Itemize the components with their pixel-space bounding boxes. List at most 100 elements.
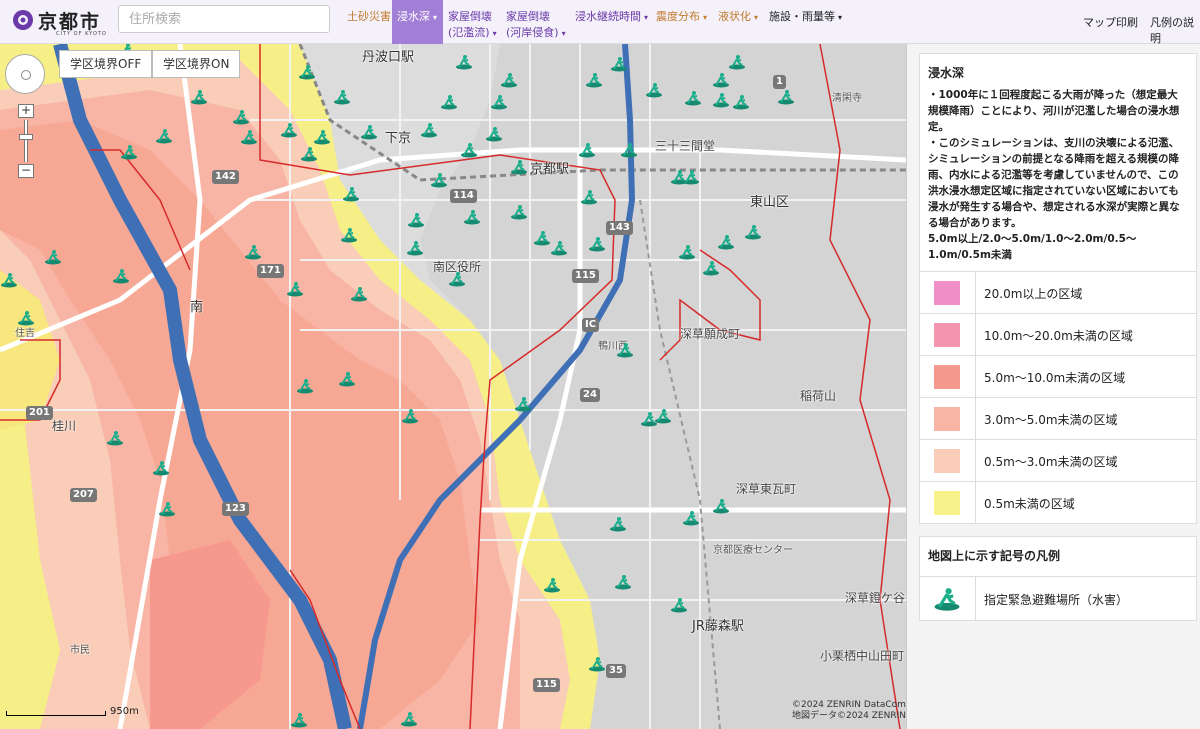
evacuation-shelter-icon[interactable]: [684, 90, 702, 106]
scale-bar: 950m: [6, 705, 139, 717]
kyoto-emblem-icon: [13, 10, 33, 30]
menu-facilities-rainfall[interactable]: 施設・雨量等 ▾: [769, 0, 842, 44]
evacuation-shelter-icon[interactable]: [280, 122, 298, 138]
evacuation-shelter-icon[interactable]: [777, 89, 795, 105]
evacuation-shelter-icon[interactable]: [514, 396, 532, 412]
evacuation-shelter-icon[interactable]: [120, 144, 138, 160]
evacuation-shelter-icon[interactable]: [406, 240, 424, 256]
hazard-map[interactable]: 丹波口駅 下京 京都駅 三十三間堂 東山区 南区役所 南 鴨川西 深草願成町 稲…: [0, 44, 906, 729]
evacuation-shelter-icon[interactable]: [744, 224, 762, 240]
evacuation-shelter-icon[interactable]: [460, 142, 478, 158]
evacuation-shelter-icon[interactable]: [588, 656, 606, 672]
evacuation-shelter-icon[interactable]: [290, 712, 308, 728]
menu-flood-duration[interactable]: 浸水継続時間 ▾: [575, 0, 648, 44]
evacuation-shelter-icon[interactable]: [44, 249, 62, 265]
menu-label: 浸水継続時間: [575, 10, 641, 23]
evacuation-shelter-icon[interactable]: [112, 268, 130, 284]
evacuation-shelter-icon[interactable]: [313, 129, 331, 145]
evacuation-shelter-icon[interactable]: [732, 94, 750, 110]
evacuation-shelter-icon[interactable]: [682, 510, 700, 526]
map-print-link[interactable]: マップ印刷: [1083, 14, 1138, 30]
evacuation-shelter-icon: [934, 588, 960, 611]
evacuation-shelter-icon[interactable]: [728, 54, 746, 70]
evacuation-shelter-icon[interactable]: [500, 72, 518, 88]
evacuation-shelter-icon[interactable]: [682, 169, 700, 185]
evacuation-shelter-icon[interactable]: [654, 408, 672, 424]
zoom-in-button[interactable]: +: [18, 104, 34, 118]
chevron-down-icon: ▾: [433, 13, 438, 22]
menu-label-line2: (氾濫流) ▾: [448, 26, 497, 39]
evacuation-shelter-icon[interactable]: [338, 371, 356, 387]
evacuation-shelter-icon[interactable]: [420, 122, 438, 138]
evacuation-shelter-icon[interactable]: [712, 72, 730, 88]
pan-control[interactable]: [5, 54, 45, 94]
evacuation-shelter-icon[interactable]: [400, 711, 418, 727]
evacuation-shelter-icon[interactable]: [106, 430, 124, 446]
evacuation-shelter-icon[interactable]: [232, 109, 250, 125]
evacuation-shelter-icon[interactable]: [490, 94, 508, 110]
evacuation-shelter-icon[interactable]: [152, 460, 170, 476]
evacuation-shelter-icon[interactable]: [645, 82, 663, 98]
evacuation-shelter-icon[interactable]: [360, 124, 378, 140]
evacuation-shelter-icon[interactable]: [244, 244, 262, 260]
evacuation-shelter-icon[interactable]: [298, 64, 316, 80]
evacuation-shelter-icon[interactable]: [407, 212, 425, 228]
evacuation-shelter-icon[interactable]: [300, 146, 318, 162]
zoom-slider[interactable]: [24, 120, 28, 162]
evacuation-shelter-icon[interactable]: [448, 271, 466, 287]
evacuation-shelter-icon[interactable]: [620, 142, 638, 158]
legend-help-link[interactable]: 凡例の説明: [1150, 14, 1200, 46]
evacuation-shelter-icon[interactable]: [296, 378, 314, 394]
evacuation-shelter-icon[interactable]: [440, 94, 458, 110]
evacuation-shelter-icon[interactable]: [670, 597, 688, 613]
menu-landslide[interactable]: 土砂災害: [347, 0, 391, 44]
evacuation-shelter-icon[interactable]: [510, 159, 528, 175]
evacuation-shelter-icon[interactable]: [702, 260, 720, 276]
school-district-off-button[interactable]: 学区境界OFF: [59, 50, 153, 78]
evacuation-shelter-icon[interactable]: [430, 172, 448, 188]
evacuation-shelter-icon[interactable]: [333, 89, 351, 105]
zoom-slider-handle[interactable]: [19, 134, 33, 140]
evacuation-shelter-icon[interactable]: [578, 142, 596, 158]
evacuation-shelter-icon[interactable]: [616, 342, 634, 358]
evacuation-shelter-icon[interactable]: [712, 498, 730, 514]
evacuation-shelter-icon[interactable]: [17, 310, 35, 326]
school-district-on-button[interactable]: 学区境界ON: [152, 50, 241, 78]
evacuation-shelter-icon[interactable]: [614, 574, 632, 590]
menu-house-collapse-erosion[interactable]: 家屋倒壊 (河岸侵食) ▾: [506, 0, 566, 44]
evacuation-shelter-icon[interactable]: [588, 236, 606, 252]
evacuation-shelter-icon[interactable]: [190, 89, 208, 105]
evacuation-shelter-icon[interactable]: [485, 126, 503, 142]
address-search-input[interactable]: [118, 5, 330, 33]
evacuation-shelter-icon[interactable]: [0, 272, 18, 288]
evacuation-shelter-icon[interactable]: [580, 189, 598, 205]
evacuation-shelter-icon[interactable]: [678, 244, 696, 260]
evacuation-shelter-icon[interactable]: [340, 227, 358, 243]
evacuation-shelter-icon[interactable]: [717, 234, 735, 250]
evacuation-shelter-icon[interactable]: [550, 240, 568, 256]
city-logo[interactable]: 京都市 CITY OF KYOTO: [10, 6, 110, 38]
evacuation-shelter-icon[interactable]: [158, 501, 176, 517]
symbol-legend-row: 指定緊急避難場所（水害）: [920, 576, 1196, 620]
menu-liquefaction[interactable]: 液状化 ▾: [718, 0, 758, 44]
evacuation-shelter-icon[interactable]: [533, 230, 551, 246]
evacuation-shelter-icon[interactable]: [240, 129, 258, 145]
evacuation-shelter-icon[interactable]: [610, 56, 628, 72]
evacuation-shelter-icon[interactable]: [350, 286, 368, 302]
evacuation-shelter-icon[interactable]: [155, 128, 173, 144]
evacuation-shelter-icon[interactable]: [401, 408, 419, 424]
legend-label: 0.5m〜3.0m未満の区域: [984, 455, 1118, 469]
evacuation-shelter-icon[interactable]: [286, 281, 304, 297]
evacuation-shelter-icon[interactable]: [585, 72, 603, 88]
menu-flood-depth[interactable]: 浸水深 ▾: [392, 0, 443, 44]
evacuation-shelter-icon[interactable]: [510, 204, 528, 220]
zoom-out-button[interactable]: −: [18, 164, 34, 178]
evacuation-shelter-icon[interactable]: [543, 577, 561, 593]
menu-seismic-intensity[interactable]: 震度分布 ▾: [656, 0, 707, 44]
menu-house-collapse-flood[interactable]: 家屋倒壊 (氾濫流) ▾: [448, 0, 497, 44]
evacuation-shelter-icon[interactable]: [712, 92, 730, 108]
evacuation-shelter-icon[interactable]: [342, 186, 360, 202]
evacuation-shelter-icon[interactable]: [463, 209, 481, 225]
evacuation-shelter-icon[interactable]: [455, 54, 473, 70]
evacuation-shelter-icon[interactable]: [609, 516, 627, 532]
